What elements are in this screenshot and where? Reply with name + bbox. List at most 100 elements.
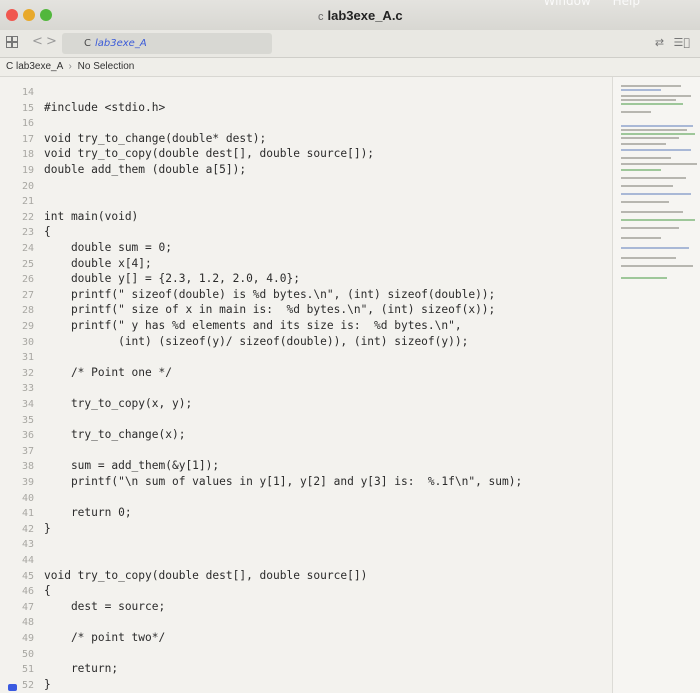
line-number: 24 [21,243,34,254]
minimap-line [621,163,697,165]
swap-icon[interactable]: ⇄ [655,36,664,49]
code-line[interactable]: 46 { [0,584,51,598]
line-number: 43 [21,539,34,551]
code-line[interactable]: 23 { [0,225,51,239]
code-line[interactable]: 18 void try_to_copy(double dest[], double… [0,147,374,161]
minimap-line [621,99,676,101]
code-line[interactable]: 22 int main(void) [0,210,138,224]
line-number: 33 [21,383,34,395]
minimize-window-button[interactable] [23,9,35,21]
minimap[interactable] [612,77,700,693]
minimap-line [621,237,661,239]
minimap-line [621,247,689,249]
code-line[interactable]: 49 /* point two*/ [0,631,165,645]
code-line[interactable]: 24 double sum = 0; [0,241,172,255]
code-line[interactable]: 28 printf(" size of x in main is: %d byt… [0,303,495,317]
breadcrumb-file[interactable]: lab3exe_A [16,61,63,72]
code-text: printf(" sizeof(double) is %d bytes.\n",… [44,287,496,301]
line-number: 27 [21,289,34,301]
code-line[interactable]: 25 double x[4]; [0,257,152,271]
code-line[interactable]: 32 /* Point one */ [0,366,172,380]
code-line[interactable]: 42} [0,522,51,536]
code-line[interactable]: 15 #include <stdio.h> [0,101,165,115]
code-text: { [44,225,51,239]
code-line[interactable]: 16 [0,116,44,130]
forward-arrow-icon[interactable]: > [46,34,57,49]
code-line[interactable]: 44 [0,553,44,567]
zoom-window-button[interactable] [40,9,52,21]
line-number: 44 [21,555,34,566]
line-number: 48 [21,617,34,629]
breadcrumb-selection[interactable]: No Selection [78,61,135,72]
code-text: double x[4]; [44,256,152,270]
code-line[interactable]: 36 try_to_change(x); [0,428,186,442]
code-line[interactable]: 38 sum = add_them(&y[1]); [0,459,219,473]
menu-window[interactable]: Window [543,0,590,8]
code-line[interactable]: 34 try_to_copy(x, y); [0,397,192,411]
back-arrow-icon[interactable]: < [32,34,43,49]
code-line[interactable]: 27 printf(" sizeof(double) is %d bytes.\… [0,288,495,302]
code-line[interactable]: 37 [0,444,44,458]
menu-help[interactable]: Help [613,0,640,8]
minimap-line [621,103,683,105]
code-text: double add_them (double a[5]); [44,163,247,176]
code-text: void try_to_change(double* dest); [44,131,267,145]
code-line[interactable]: 39 printf("\n sum of values in y[1], y[2… [0,475,522,489]
code-line[interactable]: 20 [0,179,44,193]
minimap-line [621,277,667,279]
minimap-line [621,137,679,139]
code-line[interactable]: 29 printf(" y has %d elements and its si… [0,319,462,333]
code-line[interactable]: 41 return 0; [0,506,132,520]
minimap-line [621,143,666,145]
editor-options: ⇄ ☰⃞ [649,36,690,49]
code-text: printf(" y has %d elements and its size … [44,319,462,332]
code-line[interactable]: 50 [0,647,44,661]
minimap-line [621,129,687,131]
code-line[interactable]: 51 return; [0,662,118,676]
minimap-line [621,125,693,127]
minimap-line [621,149,691,151]
minimap-line [621,201,669,203]
window-title: c lab3exe_A.c [318,8,403,23]
code-line[interactable]: 30 (int) (sizeof(y)/ sizeof(double)), (i… [0,335,468,349]
editor-layout-icon[interactable]: ☰⃞ [674,36,690,49]
line-number: 18 [21,149,34,161]
code-line[interactable]: 26 double y[] = {2.3, 1.2, 2.0, 4.0}; [0,272,300,286]
line-number: 14 [21,87,34,98]
line-number: 26 [21,274,34,286]
code-line[interactable]: 35 [0,413,44,427]
line-number: 36 [21,430,34,442]
minimap-line [621,133,695,135]
tab-lab3exe-a[interactable]: Clab3exe_A [62,33,272,54]
code-line[interactable]: 33 [0,381,44,395]
close-window-button[interactable] [6,9,18,21]
line-number: 31 [21,352,34,364]
code-line[interactable]: 40 [0,491,44,505]
minimap-line [621,85,681,87]
line-number: 30 [21,336,34,348]
c-file-icon: C [84,38,91,49]
code-line[interactable]: 48 [0,615,44,629]
code-text: double y[] = {2.3, 1.2, 2.0, 4.0}; [44,272,300,286]
code-line[interactable]: 17 void try_to_change(double* dest); [0,132,266,146]
window-title-text: lab3exe_A.c [327,8,403,23]
title-bar: Window Help c lab3exe_A.c [0,0,700,31]
menu-strip: Window Help [525,0,640,8]
code-editor[interactable]: 14 15 #include <stdio.h> 16 17 void try_to_ch… [0,77,612,693]
code-text: (int) (sizeof(y)/ sizeof(double)), (int)… [44,334,469,348]
code-line[interactable]: 43 [0,537,44,551]
code-line[interactable]: 45 void try_to_copy(double dest[], double… [0,569,367,583]
code-line[interactable]: 47 dest = source; [0,600,165,614]
code-line[interactable]: 19 double add_them (double a[5]); [0,163,246,177]
line-number: 20 [21,180,34,192]
code-text: try_to_change(x); [44,428,186,442]
code-line[interactable]: 14 [0,85,44,99]
line-number: 40 [21,492,34,504]
tab-bar: < > Clab3exe_A ⇄ ☰⃞ [0,30,700,58]
jump-bar: C lab3exe_A › No Selection [0,58,700,77]
line-number: 21 [21,196,34,208]
code-line[interactable]: 31 [0,350,44,364]
related-items-grid-icon[interactable] [6,36,18,48]
code-line[interactable]: 21 [0,194,44,208]
minimap-line [621,169,661,171]
